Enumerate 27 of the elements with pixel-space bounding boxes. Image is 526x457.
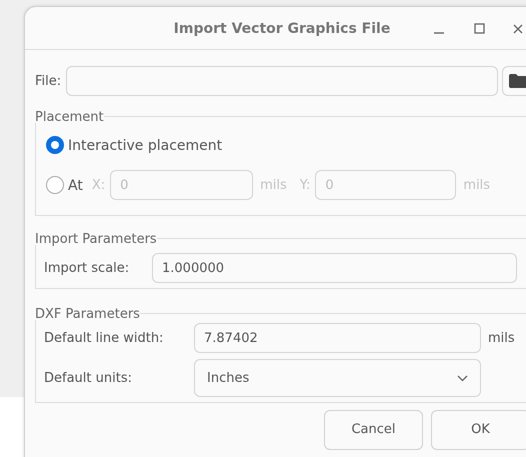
- close-icon[interactable]: [513, 24, 523, 34]
- line-width-field[interactable]: 7.87402: [194, 323, 481, 353]
- group-title: DXF Parameters: [35, 307, 140, 320]
- radio-button[interactable]: [46, 176, 64, 194]
- field-label: Default line width:: [44, 329, 164, 348]
- folder-icon: [509, 74, 526, 88]
- maximize-icon[interactable]: [474, 23, 485, 34]
- units-dropdown[interactable]: Inches: [194, 359, 481, 397]
- unit-label: mils: [463, 176, 490, 194]
- group-title: Import Parameters: [35, 232, 157, 245]
- group-title: Placement: [35, 110, 104, 123]
- field-label: Default units:: [44, 369, 133, 388]
- scale-field[interactable]: 1.000000: [152, 253, 517, 283]
- chevron-icon: [457, 374, 468, 382]
- unit-label: mils: [260, 176, 287, 194]
- ok-button[interactable]: OK: [431, 410, 526, 450]
- field-label: Import scale:: [44, 259, 130, 278]
- option-label: At: [68, 176, 83, 194]
- field-label: File:: [35, 72, 62, 90]
- cancel-button[interactable]: Cancel: [324, 410, 423, 450]
- option-label: Interactive placement: [68, 136, 222, 154]
- file-field[interactable]: [66, 66, 498, 96]
- field-label: X:: [92, 176, 106, 194]
- unit-label: mils: [488, 329, 515, 348]
- field-label: Y:: [300, 176, 310, 194]
- window-title: Import Vector Graphics File: [174, 18, 390, 38]
- radio-button[interactable]: [46, 136, 64, 154]
